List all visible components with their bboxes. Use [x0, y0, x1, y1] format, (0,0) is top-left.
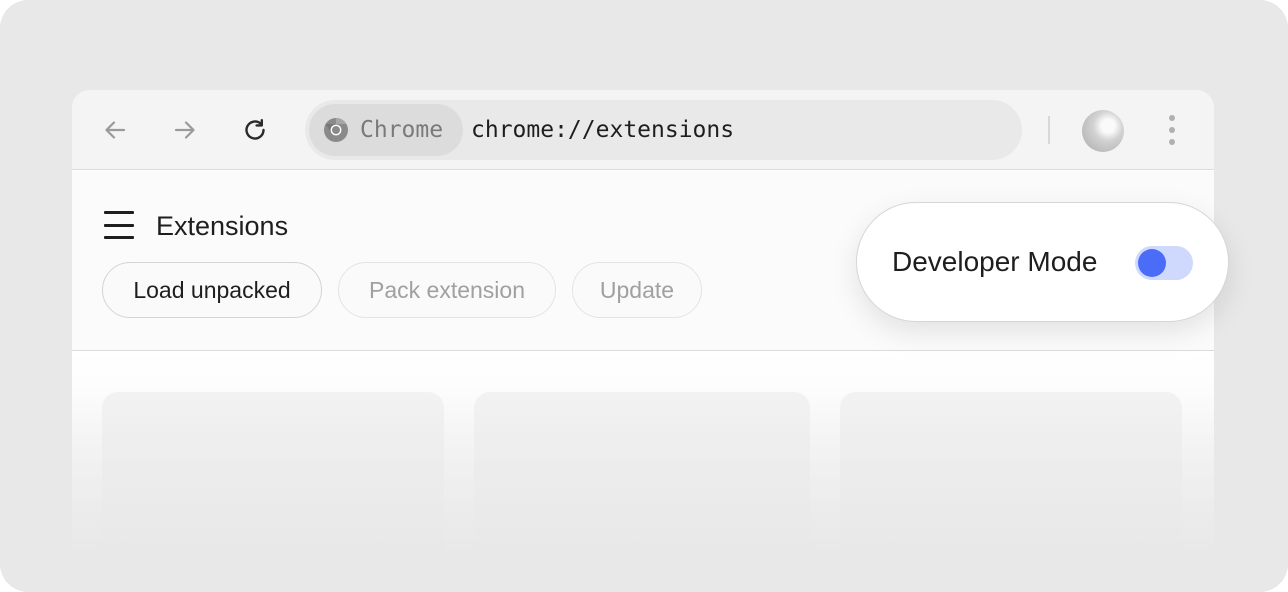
back-button[interactable]: [95, 112, 135, 148]
browser-toolbar: Chrome chrome://extensions: [72, 90, 1214, 170]
load-unpacked-button[interactable]: Load unpacked: [102, 262, 322, 318]
developer-mode-card: Developer Mode: [856, 202, 1229, 322]
browser-window: Chrome chrome://extensions Extensions Lo…: [72, 90, 1214, 560]
extension-card-placeholder: [840, 392, 1182, 560]
reload-button[interactable]: [235, 112, 275, 148]
site-chip[interactable]: Chrome: [309, 104, 463, 156]
pack-extension-button[interactable]: Pack extension: [338, 262, 556, 318]
developer-mode-toggle[interactable]: [1135, 246, 1193, 280]
extensions-grid: [72, 352, 1214, 560]
address-bar[interactable]: Chrome chrome://extensions: [305, 100, 1022, 160]
reload-icon: [245, 119, 265, 140]
forward-button[interactable]: [165, 112, 205, 148]
extension-card-placeholder: [474, 392, 810, 560]
page-title: Extensions: [156, 211, 289, 241]
arrow-right-icon: [174, 121, 195, 139]
hamburger-menu-icon[interactable]: [104, 211, 134, 239]
site-chip-label: Chrome: [360, 117, 444, 143]
update-button[interactable]: Update: [572, 262, 702, 318]
toggle-knob: [1138, 249, 1166, 277]
page-background: Chrome chrome://extensions Extensions Lo…: [0, 0, 1288, 592]
url-text[interactable]: chrome://extensions: [471, 114, 734, 146]
developer-mode-label: Developer Mode: [892, 246, 1098, 277]
toolbar-divider: [1048, 116, 1050, 144]
kebab-menu-icon[interactable]: [1160, 112, 1184, 148]
chrome-logo-icon: [324, 118, 348, 142]
extension-card-placeholder: [102, 392, 444, 560]
avatar[interactable]: [1082, 110, 1124, 152]
arrow-left-icon: [105, 121, 126, 139]
